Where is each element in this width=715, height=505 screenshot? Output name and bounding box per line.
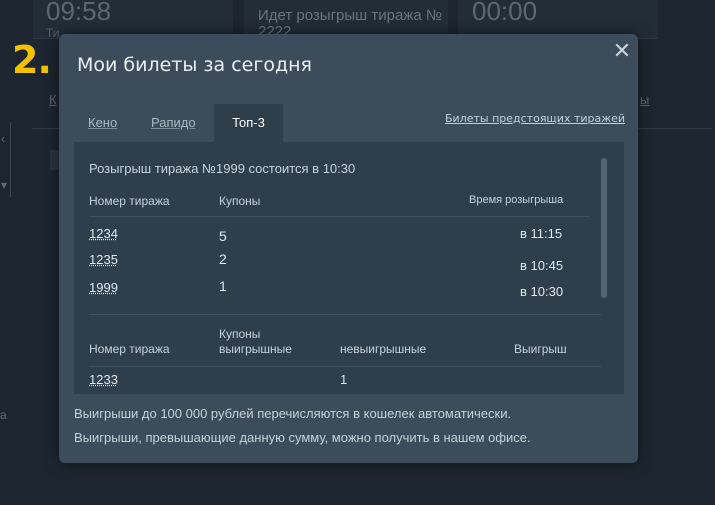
- row-draw-time: в 10:30: [520, 284, 564, 299]
- row-coupons: 2: [219, 251, 227, 267]
- background-dropdown-icon[interactable]: ▾: [1, 178, 7, 192]
- results-header-losing: невыигрышные: [340, 342, 427, 356]
- tab-top3[interactable]: Топ-3: [214, 104, 283, 142]
- row-draw-time: в 10:45: [520, 258, 564, 273]
- results-row-draw-number[interactable]: 1233: [89, 372, 118, 387]
- left-clock: 09:58: [46, 0, 112, 26]
- results-header-win: Выигрыш: [514, 342, 567, 356]
- results-header-coupons: Купоны: [219, 327, 261, 341]
- row-draw-number[interactable]: 1999: [89, 280, 118, 295]
- row-coupons: 1: [219, 278, 227, 294]
- results-header-divider: [89, 366, 601, 367]
- draw-status-line1: Идет розыгрыш тиража №: [258, 7, 442, 24]
- background-arrow-icon[interactable]: ‹: [1, 132, 5, 146]
- row-draw-number[interactable]: 1234: [89, 226, 118, 241]
- background-left-text: а: [0, 408, 7, 422]
- header-divider: [89, 216, 589, 217]
- row-coupons: 5: [219, 228, 227, 244]
- step-number: 2.: [12, 38, 52, 82]
- scrollbar[interactable]: [601, 158, 607, 298]
- section-divider: [89, 314, 601, 315]
- my-tickets-modal: Мои билеты за сегодня ✕ Кено Рапидо Топ-…: [59, 34, 638, 463]
- future-draws-link[interactable]: Билеты предстоящих тиражей: [445, 112, 625, 125]
- tab-rapido[interactable]: Рапидо: [151, 104, 196, 142]
- header-coupons: Купоны: [219, 194, 261, 208]
- payout-note-line1: Выигрыши до 100 000 рублей перечисляются…: [74, 406, 512, 421]
- right-clock: 00:00: [472, 0, 538, 26]
- close-icon[interactable]: ✕: [611, 40, 633, 62]
- upcoming-draw-notice: Розыгрыш тиража №1999 состоится в 10:30: [89, 161, 356, 176]
- header-draw-number: Номер тиража: [89, 194, 170, 208]
- row-draw-time: в 11:15: [520, 226, 563, 241]
- payout-note: Выигрыши до 100 000 рублей перечисляются…: [74, 402, 594, 450]
- results-header-winning: выигрышные: [219, 342, 292, 356]
- tab-keno[interactable]: Кено: [88, 104, 117, 142]
- results-header-draw-number: Номер тиража: [89, 342, 170, 356]
- payout-note-line2: Выигрыши, превышающие данную сумму, можн…: [74, 430, 531, 445]
- row-draw-number[interactable]: 1235: [89, 252, 118, 267]
- modal-title: Мои билеты за сегодня: [77, 54, 312, 76]
- background-right-link[interactable]: ы: [640, 92, 649, 107]
- background-left-link[interactable]: К: [49, 92, 57, 107]
- scrollbar-thumb[interactable]: [601, 158, 607, 298]
- header-draw-time: Время розыгрыша: [469, 194, 564, 206]
- results-row-losing: 1: [340, 372, 348, 387]
- tickets-panel: Розыгрыш тиража №1999 состоится в 10:30 …: [74, 142, 624, 394]
